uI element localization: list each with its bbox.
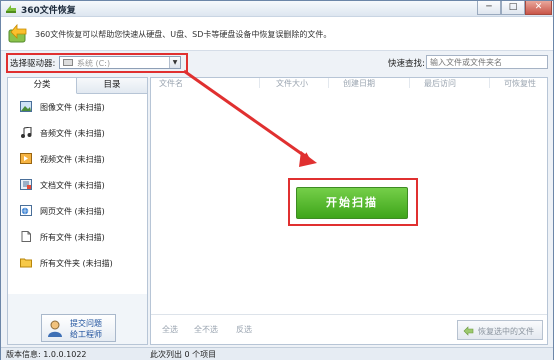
selection-bar: 全选 全不选 反选 恢复选中的文件 — [151, 314, 547, 344]
category-item-video[interactable]: 视频文件 (未扫描) — [8, 146, 147, 172]
feedback-button[interactable]: 提交问题 给工程师 — [41, 314, 116, 342]
category-label: 音频文件 (未扫描) — [40, 129, 105, 138]
app-window: 360文件恢复 ─ □ ✕ 360文件恢复可以帮助您快速从硬盘、U盘、SD卡等硬… — [0, 0, 554, 360]
invert-selection-link[interactable]: 反选 — [236, 324, 252, 335]
scan-highlight-box: 开始扫描 — [288, 178, 418, 226]
tab-directory[interactable]: 目录 — [77, 78, 147, 94]
window-title: 360文件恢复 — [21, 6, 76, 16]
category-item-audio[interactable]: 音频文件 (未扫描) — [8, 120, 147, 146]
category-label: 网页文件 (未扫描) — [40, 207, 105, 216]
category-item-image[interactable]: 图像文件 (未扫描) — [8, 94, 147, 120]
category-panel: 分类 目录 图像文件 (未扫描) 音频文件 (未扫描) 视频文件 (未扫描) 文… — [7, 77, 148, 345]
feedback-label-line2: 给工程师 — [70, 330, 102, 339]
image-icon — [20, 101, 32, 112]
restore-label: 恢复选中的文件 — [478, 327, 534, 336]
maximize-button[interactable]: □ — [501, 1, 525, 15]
category-item-document[interactable]: 文档文件 (未扫描) — [8, 172, 147, 198]
category-list: 图像文件 (未扫描) 音频文件 (未扫描) 视频文件 (未扫描) 文档文件 (未… — [8, 94, 147, 294]
file-icon — [21, 231, 31, 242]
close-button[interactable]: ✕ — [525, 1, 552, 15]
column-divider — [409, 78, 410, 88]
recover-arrow-icon — [8, 23, 27, 43]
app-logo-icon — [6, 5, 16, 13]
feedback-label-line1: 提交问题 — [70, 319, 102, 328]
column-divider — [489, 78, 490, 88]
category-item-webpage[interactable]: 网页文件 (未扫描) — [8, 198, 147, 224]
category-label: 文档文件 (未扫描) — [40, 181, 105, 190]
category-label: 所有文件夹 (未扫描) — [40, 259, 113, 268]
banner-text: 360文件恢复可以帮助您快速从硬盘、U盘、SD卡等硬盘设备中恢复误删除的文件。 — [35, 30, 332, 39]
column-header-accessed[interactable]: 最后访问 — [424, 78, 456, 89]
column-header-filename[interactable]: 文件名 — [159, 78, 183, 89]
version-info: 版本信息: 1.0.0.1022 — [6, 350, 87, 359]
select-all-link[interactable]: 全选 — [162, 324, 178, 335]
restore-selected-button[interactable]: 恢复选中的文件 — [457, 320, 543, 340]
title-bar: 360文件恢复 ─ □ ✕ — [1, 1, 553, 17]
folder-icon — [20, 258, 32, 268]
category-label: 图像文件 (未扫描) — [40, 103, 105, 112]
search-label: 快速查找: — [388, 59, 425, 69]
column-divider — [259, 78, 260, 88]
category-item-all-folders[interactable]: 所有文件夹 (未扫描) — [8, 250, 147, 276]
engineer-avatar-icon — [48, 320, 62, 337]
webpage-icon — [20, 205, 32, 216]
category-label: 所有文件 (未扫描) — [40, 233, 105, 242]
column-header-created[interactable]: 创建日期 — [343, 78, 375, 89]
category-item-all-files[interactable]: 所有文件 (未扫描) — [8, 224, 147, 250]
column-header-recoverability[interactable]: 可恢复性 — [504, 78, 536, 89]
drive-highlight-box — [6, 53, 188, 73]
category-label: 视频文件 (未扫描) — [40, 155, 105, 164]
item-count: 此次列出 0 个项目 — [150, 350, 217, 359]
tab-category[interactable]: 分类 — [8, 78, 77, 94]
video-icon — [20, 153, 32, 164]
select-none-link[interactable]: 全不选 — [194, 324, 218, 335]
column-header-filesize[interactable]: 文件大小 — [276, 78, 308, 89]
restore-icon — [463, 326, 474, 336]
search-input[interactable] — [426, 55, 548, 69]
tab-bar: 分类 目录 — [8, 78, 147, 94]
description-banner: 360文件恢复可以帮助您快速从硬盘、U盘、SD卡等硬盘设备中恢复误删除的文件。 — [1, 17, 553, 51]
column-divider — [328, 78, 329, 88]
document-icon — [20, 179, 32, 190]
music-icon — [21, 127, 32, 138]
start-scan-button[interactable]: 开始扫描 — [296, 187, 408, 219]
status-bar: 版本信息: 1.0.0.1022 此次列出 0 个项目 — [1, 347, 553, 360]
minimize-button[interactable]: ─ — [477, 1, 501, 15]
file-list-panel: 文件名 文件大小 创建日期 最后访问 可恢复性 开始扫描 全选 全不选 反选 恢… — [150, 77, 548, 345]
